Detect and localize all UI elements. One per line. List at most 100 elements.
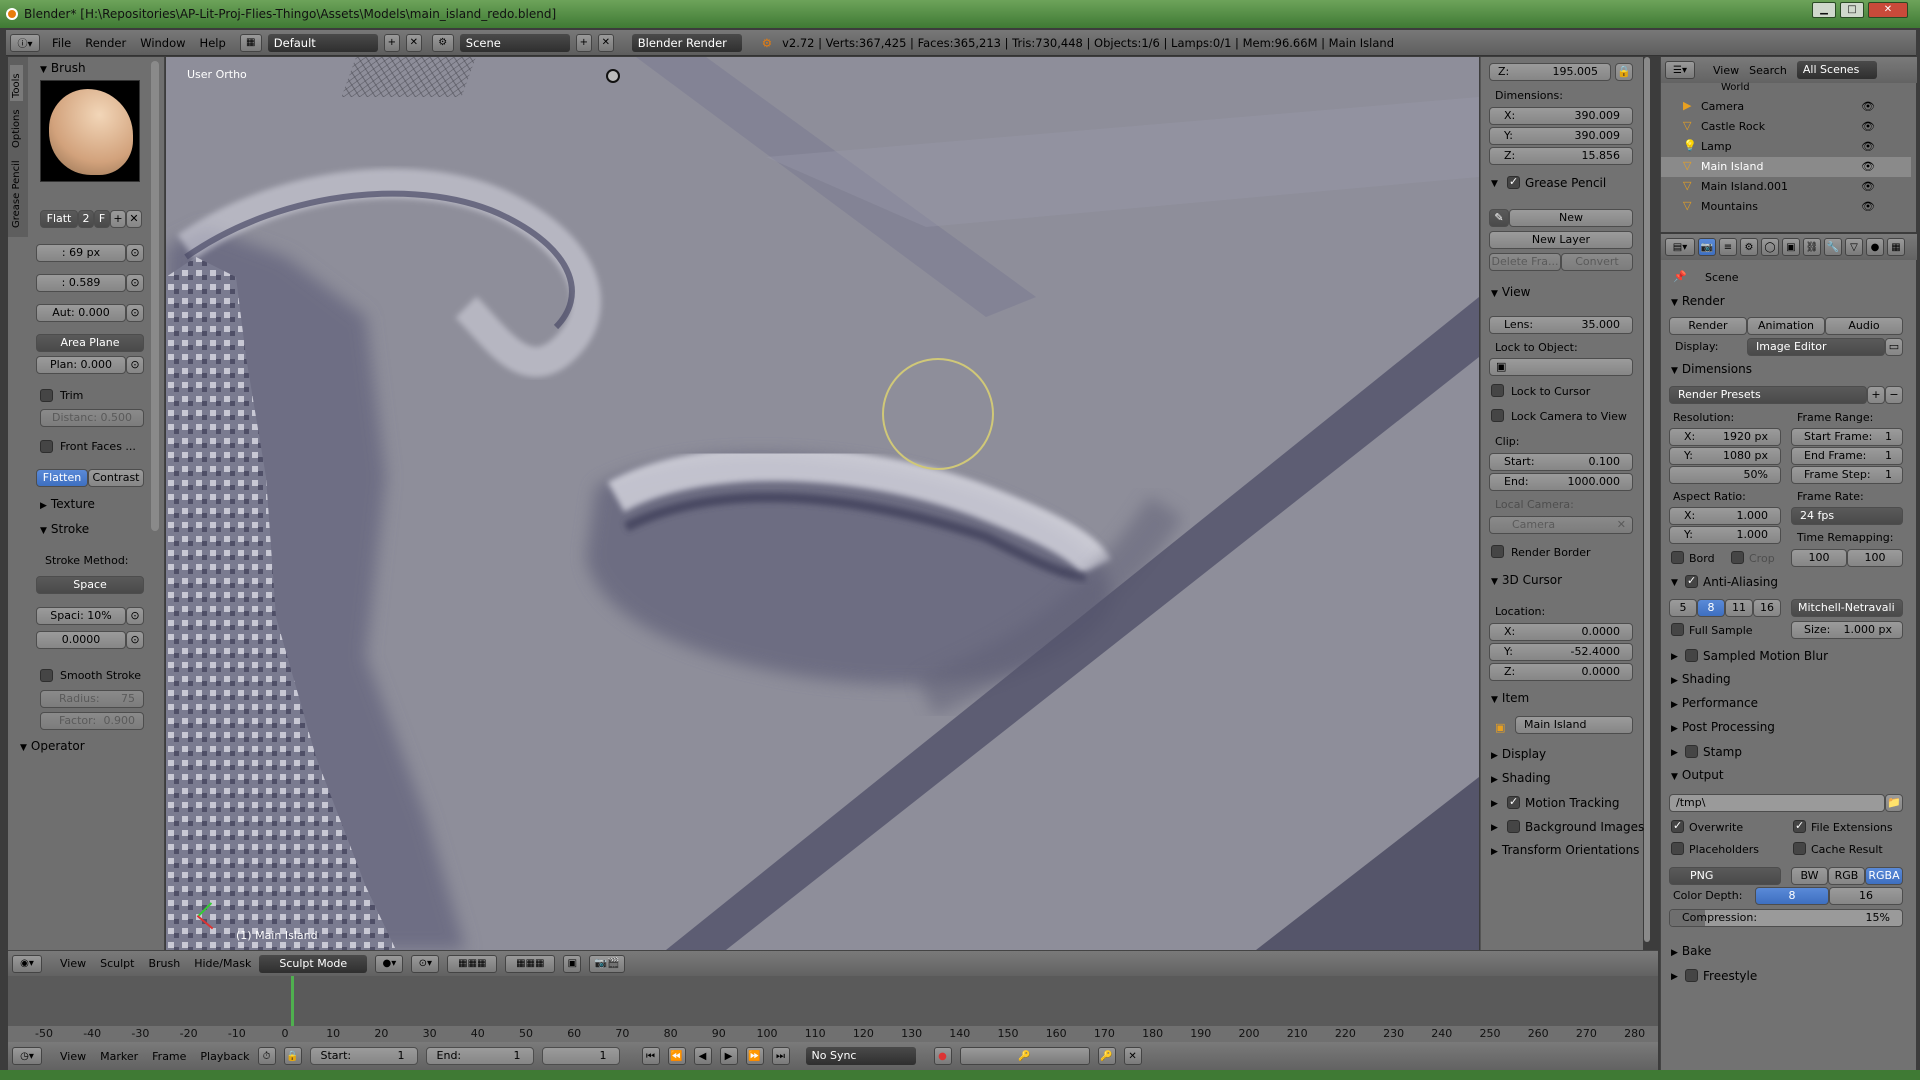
opengl-render-icon[interactable]: 📷🎬 [589,954,626,973]
dimension-z-field[interactable]: Z: 15.856 [1489,147,1633,165]
object-tab-icon[interactable]: ▣ [1782,238,1800,256]
radius-pressure-icon[interactable]: ⊙ [126,244,144,262]
texture-tab-icon[interactable]: ▦ [1887,238,1905,256]
render-engine-select[interactable]: Blender Render [631,33,742,52]
mode-select[interactable]: Sculpt Mode [259,954,368,973]
stroke-section-header[interactable]: ▼ Stroke [40,522,89,536]
background-images-checkbox[interactable] [1507,820,1520,833]
visibility-eye-icon[interactable]: 👁 [1861,160,1875,173]
info-editor-icon[interactable]: ⓘ▾ [10,33,40,52]
jump-keyframe-forward-icon[interactable]: ⏩ [745,1047,764,1065]
layers-grid-2-icon[interactable]: ▦▦▦ [505,954,556,973]
material-tab-icon[interactable]: ● [1866,238,1884,256]
constraints-tab-icon[interactable]: ⛓ [1803,238,1821,256]
operator-section-header[interactable]: ▼ Operator [20,739,85,753]
sculpt-plane-select[interactable]: Area Plane [36,334,144,352]
post-processing-section-header[interactable]: ▶ Post Processing [1671,720,1775,734]
lamp-icon[interactable] [606,69,620,83]
pivot-icon[interactable]: ⊙▾ [411,954,440,973]
output-path-field[interactable]: /tmp\ [1669,794,1885,812]
timeline-editor-icon[interactable]: ◷▾ [12,1047,42,1065]
play-icon[interactable]: ▶ [719,1047,738,1065]
remap-new-field[interactable]: 100 [1847,549,1903,567]
scene-tab-icon[interactable]: ⚙ [1740,238,1758,256]
menu-help[interactable]: Help [200,36,226,50]
lens-field[interactable]: Lens: 35.000 [1489,316,1633,334]
gp-new-layer-button[interactable]: New Layer [1489,231,1633,249]
cursor-y-field[interactable]: Y: -52.4000 [1489,643,1633,661]
item-name-field[interactable]: Main Island [1515,716,1633,734]
performance-section-header[interactable]: ▶ Performance [1671,696,1758,710]
dimension-x-field[interactable]: X: 390.009 [1489,107,1633,125]
placeholders-checkbox[interactable] [1671,842,1684,855]
grease-pencil-section-header[interactable]: ▼ [1491,175,1502,189]
visibility-eye-icon[interactable]: 👁 [1861,100,1875,113]
color-rgb-button[interactable]: RGB [1828,867,1865,885]
gp-new-button[interactable]: New [1509,209,1633,227]
layers-grid-icon[interactable]: ▦▦▦ [447,954,498,973]
dimensions-section-header[interactable]: ▼ Dimensions [1671,362,1752,376]
jitter-pressure-icon[interactable]: ⊙ [126,631,144,649]
scene-icon[interactable]: ⚙ [431,33,454,52]
compression-slider[interactable]: Compression: 15% [1669,909,1903,927]
output-folder-icon[interactable]: 📁 [1885,794,1903,812]
end-frame-field[interactable]: End Frame: 1 [1791,447,1903,465]
aa-samples-5[interactable]: 5 [1669,599,1697,617]
shading-props-section-header[interactable]: ▶ Shading [1671,672,1731,686]
viewport-3d[interactable]: User Ortho (1) Main Island [166,57,1479,950]
outliner-row[interactable]: ▽ Main Island.001 👁 [1661,177,1911,197]
anti-aliasing-checkbox[interactable] [1685,574,1698,588]
strength-field[interactable]: : 0.589 [36,274,126,292]
render-section-header[interactable]: ▼ Render [1671,294,1725,308]
scene-select[interactable]: Scene [459,33,570,52]
item-section-header[interactable]: ▼ Item [1491,691,1529,705]
menu-render[interactable]: Render [85,36,126,50]
jump-end-icon[interactable]: ⏭ [771,1047,790,1065]
res-y-field[interactable]: Y: 1080 px [1669,447,1781,465]
pin-icon[interactable]: 📌 [1673,270,1687,283]
file-extensions-checkbox[interactable] [1793,819,1806,833]
start-frame-field[interactable]: Start Frame: 1 [1791,428,1903,446]
visibility-eye-icon[interactable]: 👁 [1861,120,1875,133]
lock-object-field[interactable]: ▣ [1489,358,1633,376]
autosmooth-pressure-icon[interactable]: ⊙ [126,304,144,322]
jump-keyframe-back-icon[interactable]: ⏪ [667,1047,686,1065]
viewport-brush-menu[interactable]: Brush [148,957,180,970]
frame-rate-select[interactable]: 24 fps [1791,507,1903,525]
color-bw-button[interactable]: BW [1791,867,1828,885]
cursor-x-field[interactable]: X: 0.0000 [1489,623,1633,641]
res-x-field[interactable]: X: 1920 px [1669,428,1781,446]
output-section-header[interactable]: ▼ Output [1671,768,1724,782]
cursor-z-field[interactable]: Z: 0.0000 [1489,663,1633,681]
delete-keyframe-icon[interactable]: ✕ [1123,1047,1142,1065]
outliner-editor-icon[interactable]: ☰▾ [1665,61,1695,79]
layers-tab-icon[interactable]: ≡ [1719,238,1737,256]
overwrite-checkbox[interactable] [1671,819,1684,833]
unlink-brush-button[interactable]: ✕ [126,210,142,228]
display-fullscreen-icon[interactable]: ▭ [1885,338,1903,356]
visibility-eye-icon[interactable]: 👁 [1861,200,1875,213]
motion-tracking-section-header[interactable]: ▶ [1491,795,1502,809]
color-rgba-button[interactable]: RGBA [1865,867,1903,885]
stamp-section-header[interactable]: ▶ [1671,744,1682,758]
render-presets-select[interactable]: Render Presets [1669,386,1867,404]
aa-filter-select[interactable]: Mitchell-Netravali [1791,599,1903,617]
freestyle-section-header[interactable]: ▶ [1671,968,1682,982]
aa-samples-16[interactable]: 16 [1753,599,1781,617]
bake-section-header[interactable]: ▶ Bake [1671,944,1711,958]
aa-samples-8[interactable]: 8 [1697,599,1725,617]
color-depth-16-button[interactable]: 16 [1829,887,1903,905]
smooth-radius-field[interactable]: Radius: 75 [40,690,144,708]
res-percentage-field[interactable]: 50% [1669,466,1781,484]
anti-aliasing-section-header[interactable]: ▼ [1671,574,1682,588]
display-select[interactable]: Image Editor [1747,338,1885,356]
trim-checkbox[interactable] [40,389,53,402]
filter-size-field[interactable]: Size: 1.000 px [1791,621,1903,639]
gp-delete-frame-button[interactable]: Delete Fra... [1489,253,1561,271]
dimension-y-field[interactable]: Y: 390.009 [1489,127,1633,145]
timeline-playback-menu[interactable]: Playback [200,1050,249,1063]
preview-range-icon[interactable]: ⏱ [257,1047,276,1065]
outliner-row[interactable]: ▽ Castle Rock 👁 [1661,117,1911,137]
shading-section-header[interactable]: ▶ Shading [1491,771,1551,785]
view-section-header[interactable]: ▼ View [1491,285,1530,299]
